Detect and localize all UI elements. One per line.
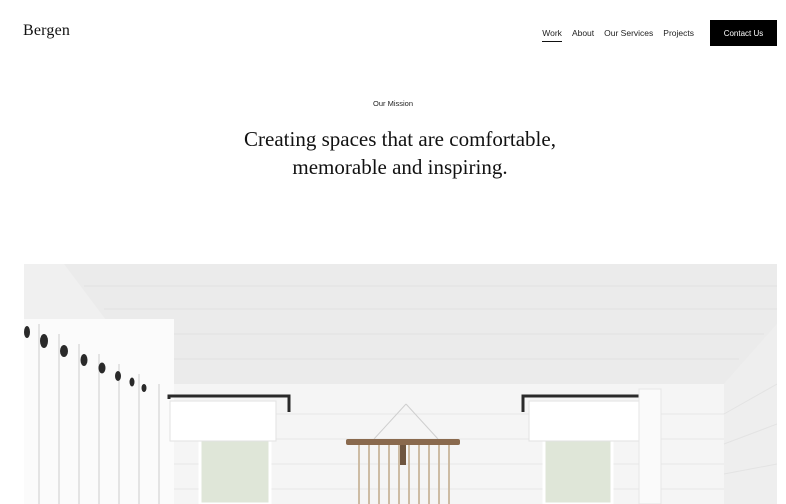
nav-item-our-services[interactable]: Our Services: [604, 28, 653, 38]
nav-item-about[interactable]: About: [572, 28, 594, 38]
section-eyebrow: Our Mission: [372, 99, 413, 108]
nav-item-work[interactable]: Work: [542, 28, 562, 42]
page: Bergen Work About Our Services Projects …: [0, 0, 786, 504]
interior-photo-illustration: [24, 264, 777, 504]
site-logo[interactable]: Bergen: [23, 22, 70, 40]
contact-us-button[interactable]: Contact Us: [710, 20, 777, 46]
nav-item-projects[interactable]: Projects: [663, 28, 694, 38]
site-header: Bergen Work About Our Services Projects …: [0, 0, 786, 66]
headline-line-1: Creating spaces that are comfortable,: [244, 127, 556, 151]
main-nav: Work About Our Services Projects: [542, 28, 694, 42]
headline-line-2: memorable and inspiring.: [292, 155, 508, 179]
interior-photo: [24, 264, 777, 504]
mission-headline: Creating spaces that are comfortable, me…: [0, 125, 786, 181]
